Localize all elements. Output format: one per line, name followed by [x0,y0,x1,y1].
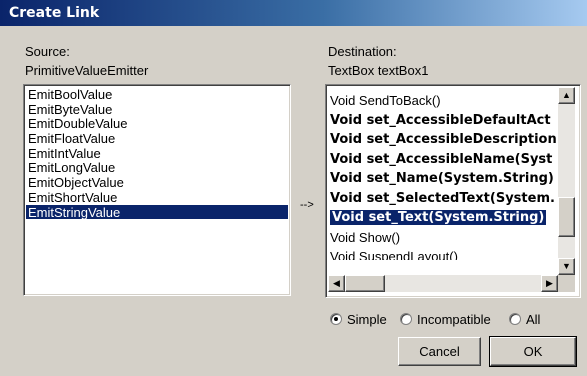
source-list-item[interactable]: EmitIntValue [26,146,288,161]
scroll-up-button[interactable]: ▲ [558,87,575,104]
destination-method-list[interactable]: Void SendToBack() Void set_AccessibleDefa… [325,84,581,298]
scroll-left-button[interactable]: ◀ [328,275,345,292]
title-bar[interactable]: Create Link [0,0,587,26]
source-list-item[interactable]: EmitStringValue [26,204,288,219]
destination-list-item[interactable]: Void Show() [328,228,558,248]
scroll-right-icon: ▶ [546,278,553,288]
destination-label: Destination: [328,44,397,59]
destination-object-name: TextBox textBox1 [328,63,429,78]
horizontal-scroll-thumb[interactable] [345,275,385,292]
vertical-scrollbar[interactable]: ▲ ▼ [558,87,575,275]
source-list-item[interactable]: EmitFloatValue [26,131,288,146]
source-list-item[interactable]: EmitLongValue [26,160,288,176]
cancel-button[interactable]: Cancel [398,337,481,366]
destination-item-label: Void SuspendLayout() [330,249,458,260]
source-list-item[interactable]: EmitShortValue [26,190,288,205]
ok-button[interactable]: OK [489,336,577,367]
destination-item-label: Void set_SelectedText(System. [330,190,555,206]
vertical-scroll-thumb[interactable] [558,197,575,237]
radio-button[interactable] [400,313,412,325]
destination-list-item[interactable]: Void set_SelectedText(System. [328,189,558,209]
destination-item-label: Void SendToBack() [330,93,441,108]
destination-list-item[interactable]: Void SendToBack() [328,91,558,111]
destination-list-item[interactable]: Void set_Name(System.String) [328,169,558,189]
source-object-name: PrimitiveValueEmitter [25,63,149,78]
source-list-item[interactable]: EmitDoubleValue [26,116,288,132]
destination-list-item[interactable]: Void set_AccessibleDefaultAct [328,111,558,131]
destination-item-label: Void set_AccessibleName(Syst [330,151,553,167]
source-label: Source: [25,44,70,59]
source-items: EmitBoolValue EmitByteValue EmitDoubleValu… [26,87,288,219]
create-link-dialog: Create Link Source: PrimitiveValueEmitte… [0,0,587,376]
destination-item-label: Void set_Text(System.String) [328,209,548,226]
destination-item-label: Void set_AccessibleDescription [330,132,557,147]
source-list-item[interactable]: EmitObjectValue [26,175,288,190]
horizontal-scrollbar[interactable]: ◀ ▶ [328,275,558,292]
destination-list-item[interactable]: Void set_AccessibleName(Syst [328,150,558,170]
radio-label: Incompatible [417,312,491,327]
radio-label: All [526,312,541,327]
link-arrow: --> [300,199,314,211]
destination-items: Void SendToBack() Void set_AccessibleDefa… [328,91,558,260]
source-list-item[interactable]: EmitBoolValue [26,87,288,102]
destination-item-label: Void Show() [330,229,401,245]
scroll-up-icon: ▲ [562,90,571,100]
destination-list-item[interactable]: Void SuspendLayout() [328,247,558,260]
source-list-item[interactable]: EmitByteValue [26,102,288,117]
destination-item-label: Void set_Name(System.String) [330,171,554,186]
scrollbar-corner [558,275,575,292]
scroll-down-icon: ▼ [562,261,571,271]
scroll-down-button[interactable]: ▼ [558,258,575,275]
destination-list-item[interactable]: Void set_Text(System.String) [328,208,558,228]
radio-button[interactable] [330,313,342,325]
scroll-left-icon: ◀ [333,278,340,288]
destination-list-item[interactable]: Void set_AccessibleDescription [328,130,558,150]
radio-button[interactable] [509,313,521,325]
source-method-list[interactable]: EmitBoolValue EmitByteValue EmitDoubleValu… [23,84,291,296]
radio-label: Simple [347,312,387,327]
scroll-right-button[interactable]: ▶ [541,275,558,292]
destination-item-label: Void set_AccessibleDefaultAct [330,112,551,128]
radio-selected-dot [334,317,338,321]
destination-items-viewport: Void SendToBack() Void set_AccessibleDefa… [328,87,558,260]
window-title: Create Link [9,5,100,21]
